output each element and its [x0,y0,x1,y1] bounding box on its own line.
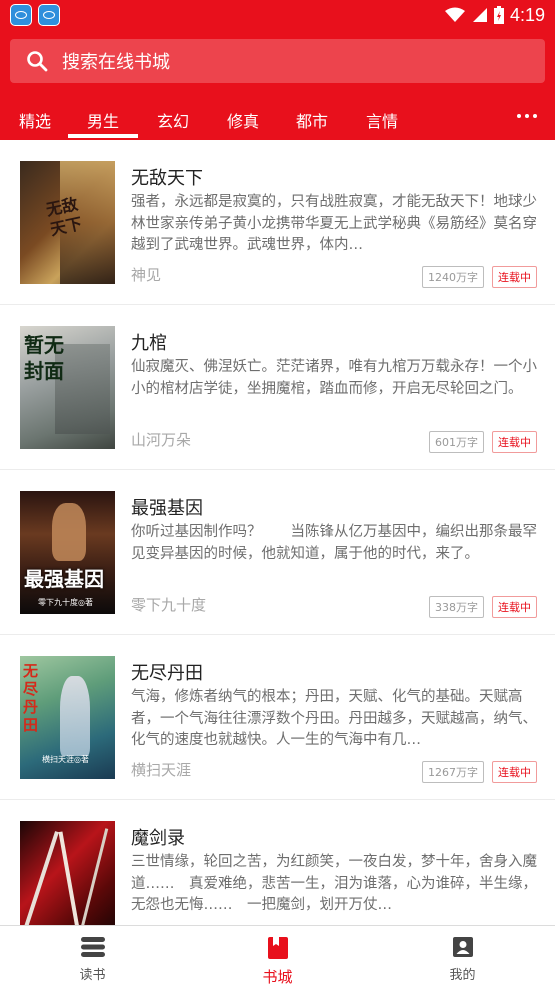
search-bar[interactable]: 搜索在线书城 [10,39,545,83]
book-title: 无尽丹田 [131,663,203,684]
book-author: 零下九十度 [131,596,207,614]
book-title: 魔剑录 [131,828,185,849]
book-cover: 暂无封面 [20,326,115,449]
book-author: 神见 [131,266,162,284]
nav-profile[interactable]: 我的 [370,926,555,988]
book-cover: 最强基因 零下九十度◎著 [20,491,115,614]
word-count-badge: 1267万字 [422,761,484,783]
word-count-badge: 1240万字 [422,266,484,288]
nav-bookshelf-label: 读书 [79,968,106,983]
bookmark-icon [267,937,288,959]
book-cover: 无敌天下 [20,161,115,284]
book-item[interactable]: 魔剑录 三世情缘，轮回之苦，为红颜笑，一夜白发，梦十年，舍身入魔道…… 真爱难绝… [0,800,555,925]
book-description: 你听过基因制作吗？ 当陈锋从亿万基因中，编织出那条最罕见变异基因的时候，他就知道… [131,524,537,562]
status-badge: 连载中 [492,596,537,618]
book-cover: 无尽丹田 横扫天涯◎著 [20,656,115,779]
book-description: 仙寂魔灭、佛涅妖亡。茫茫诸界，唯有九棺万万载永存！一个小小的棺材店学徒，坐拥魔棺… [131,359,537,397]
clock: 4:19 [509,4,545,25]
battery-icon [493,6,504,24]
nav-bookshelf[interactable]: 读书 [0,926,185,988]
tab-indicator [68,134,138,138]
book-description: 气海，修炼者纳气的根本；丹田，天赋、化气的基础。天赋高者，一个气海往往漂浮数个丹… [131,689,537,748]
book-list[interactable]: 无敌天下 无敌天下 强者，永远都是寂寞的，只有战胜寂寞，才能无敌天下！地球少林世… [0,140,555,925]
tab-urban[interactable]: 都市 [296,108,328,132]
signal-icon [472,8,487,22]
book-title: 九棺 [131,333,167,354]
book-item[interactable]: 无敌天下 无敌天下 强者，永远都是寂寞的，只有战胜寂寞，才能无敌天下！地球少林世… [0,140,555,305]
book-item[interactable]: 暂无封面 九棺 仙寂魔灭、佛涅妖亡。茫茫诸界，唯有九棺万万载永存！一个小小的棺材… [0,305,555,470]
status-badge: 连载中 [492,431,537,453]
tab-romance[interactable]: 言情 [366,108,398,132]
wifi-icon [444,7,465,22]
word-count-badge: 601万字 [429,431,484,453]
book-description: 三世情缘，轮回之苦，为红颜笑，一夜白发，梦十年，舍身入魔道…… 真爱难绝，悲苦一… [131,854,537,913]
search-placeholder: 搜索在线书城 [62,52,170,73]
book-author: 山河万朵 [131,431,192,449]
book-author: 横扫天涯 [131,761,192,779]
book-cover [20,821,115,925]
search-icon [27,51,48,72]
notification-app-icon [10,4,32,26]
tab-cultivation[interactable]: 修真 [227,108,259,132]
bookshelf-icon [80,937,105,957]
nav-profile-label: 我的 [449,968,476,983]
status-badge: 连载中 [492,266,537,288]
nav-bookstore-label: 书城 [262,968,293,986]
profile-icon [452,937,473,957]
app-header: 4:19 搜索在线书城 精选 男生 玄幻 修真 都市 言情 [0,0,555,140]
book-title: 无敌天下 [131,168,203,189]
book-title: 最强基因 [131,498,203,519]
bottom-navigation: 读书 书城 我的 [0,925,555,988]
book-description: 强者，永远都是寂寞的，只有战胜寂寞，才能无敌天下！地球少林世家亲传弟子黄小龙携带… [131,194,537,253]
book-item[interactable]: 无尽丹田 横扫天涯◎著 无尽丹田 气海，修炼者纳气的根本；丹田，天赋、化气的基础… [0,635,555,800]
status-bar: 4:19 [0,0,555,30]
notification-app-icon [38,4,60,26]
tab-male[interactable]: 男生 [87,108,119,132]
tab-featured[interactable]: 精选 [19,108,51,132]
tab-fantasy[interactable]: 玄幻 [157,108,189,132]
status-badge: 连载中 [492,761,537,783]
more-tabs-icon[interactable] [517,114,537,118]
nav-bookstore[interactable]: 书城 [185,926,370,988]
word-count-badge: 338万字 [429,596,484,618]
book-item[interactable]: 最强基因 零下九十度◎著 最强基因 你听过基因制作吗？ 当陈锋从亿万基因中，编织… [0,470,555,635]
category-tabs: 精选 男生 玄幻 修真 都市 言情 [0,92,555,140]
